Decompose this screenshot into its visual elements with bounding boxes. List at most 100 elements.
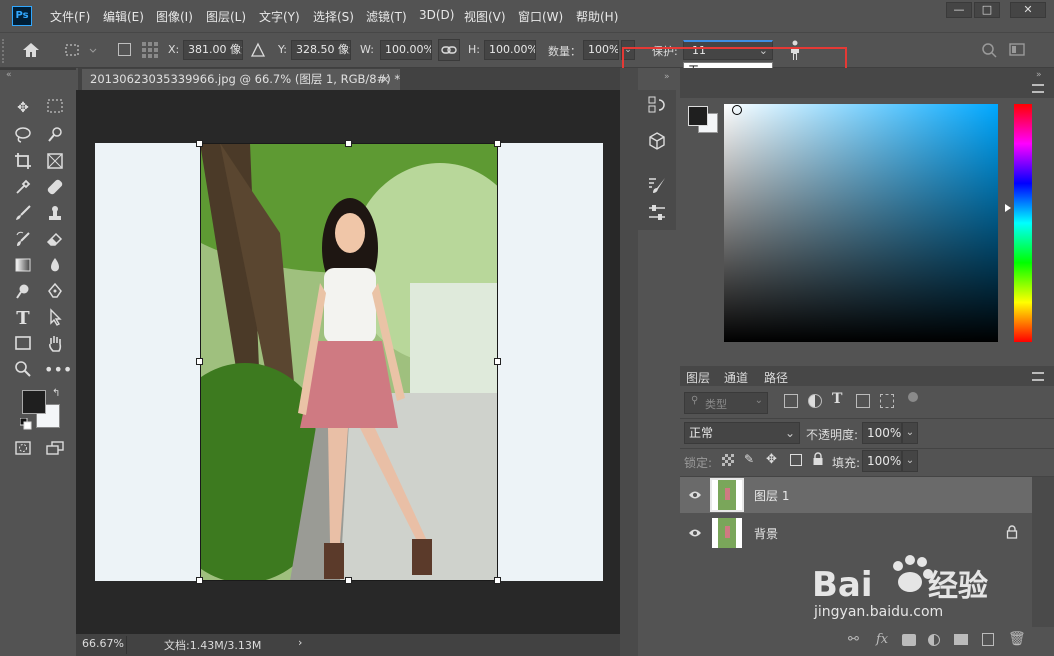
layer-row[interactable]: 图层 1 [680,477,1032,513]
x-input[interactable]: 381.00 像素 [183,40,243,60]
color-field-picker[interactable] [724,104,998,342]
workspace-icon[interactable] [1008,41,1032,59]
layer-row[interactable]: 背景 [680,515,1032,551]
h-input[interactable]: 100.00% [484,40,536,60]
color-picker-cursor[interactable] [732,105,742,115]
lock-transparent-icon[interactable] [722,454,734,466]
dodge-tool-icon[interactable] [12,282,34,302]
fx-icon[interactable]: fx [876,632,888,647]
fill-input[interactable]: 100% [862,450,902,472]
fill-dropdown-icon[interactable]: ⌄ [902,450,918,472]
collapse-panel-icon[interactable]: » [1036,70,1042,80]
document-tab[interactable]: 20130623035339966.jpg @ 66.7% (图层 1, RGB… [82,69,400,90]
quick-select-tool-icon[interactable] [44,126,66,146]
marquee-tool-icon[interactable] [44,98,66,118]
tab-layers[interactable]: 图层 [686,369,710,386]
history-panel-icon[interactable] [646,94,668,116]
filter-shape-icon[interactable] [856,394,870,408]
pen-tool-icon[interactable] [44,282,66,302]
frame-tool-icon[interactable] [44,152,66,172]
w-input[interactable]: 100.00% [380,40,432,60]
panel-menu-icon[interactable] [1032,84,1044,93]
menu-type[interactable]: 文字(Y) [259,8,300,25]
filter-smart-object-icon[interactable] [880,394,894,408]
history-brush-tool-icon[interactable] [12,230,34,250]
blend-mode-select[interactable]: 正常 ⌄ [684,422,800,444]
healing-brush-tool-icon[interactable] [44,178,66,198]
opacity-input[interactable]: 100% [862,422,902,444]
blur-tool-icon[interactable] [44,256,66,276]
eye-icon[interactable] [688,527,702,537]
eyedropper-tool-icon[interactable] [12,178,34,198]
stamp-tool-icon[interactable] [44,204,66,224]
handle-bottom[interactable] [345,577,352,584]
menu-select[interactable]: 选择(S) [313,8,354,25]
amount-input[interactable]: 100% [583,40,619,60]
menu-edit[interactable]: 编辑(E) [103,8,144,25]
gradient-tool-icon[interactable] [12,256,34,276]
handle-bottom-right[interactable] [494,577,501,584]
filter-pixel-icon[interactable] [784,394,798,408]
layer-name[interactable]: 背景 [754,525,778,542]
filter-adjustment-icon[interactable] [808,394,822,408]
path-select-tool-icon[interactable] [44,308,66,328]
menu-image[interactable]: 图像(I) [156,8,193,25]
handle-top[interactable] [345,140,352,147]
zoom-level[interactable]: 66.67% [82,637,124,650]
mask-icon[interactable] [902,634,916,646]
layer-name[interactable]: 图层 1 [754,487,789,504]
color-fg-swatch[interactable] [688,106,708,126]
collapse-dock-icon[interactable]: » [664,72,670,82]
opacity-dropdown-icon[interactable]: ⌄ [902,422,918,444]
lock-artboard-icon[interactable] [790,454,802,466]
handle-bottom-left[interactable] [196,577,203,584]
screen-mode-icon[interactable] [44,440,66,460]
handle-right[interactable] [494,358,501,365]
swap-colors-icon[interactable]: ↰ [52,388,64,400]
trash-icon[interactable]: 🗑 [1008,631,1026,647]
quick-mask-icon[interactable] [12,440,34,460]
minimize-button[interactable]: — [946,2,972,18]
hue-slider-marker[interactable] [1005,204,1011,212]
menu-view[interactable]: 视图(V) [464,8,506,25]
tab-paths[interactable]: 路径 [764,369,788,386]
move-tool-icon[interactable]: ✥ [12,98,34,118]
hue-slider[interactable] [1014,104,1032,342]
grid-icon[interactable] [140,40,160,60]
eye-icon[interactable] [688,489,702,499]
collapse-icon[interactable]: « [6,70,20,80]
layers-menu-icon[interactable] [1032,372,1044,381]
close-button[interactable]: ✕ [1010,2,1046,18]
menu-file[interactable]: 文件(F) [50,8,90,25]
close-tab-icon[interactable]: × [380,69,390,89]
default-colors-icon[interactable] [19,417,32,430]
lock-all-icon[interactable] [812,452,824,466]
filter-type-icon[interactable]: T [832,391,842,407]
transform-bounding-box[interactable] [200,143,498,581]
home-icon[interactable] [20,40,42,60]
tab-channels[interactable]: 通道 [724,369,748,386]
group-icon[interactable] [954,634,968,645]
puppet-warp-tool-icon[interactable] [60,40,100,60]
layers-scrollbar[interactable] [1032,477,1054,627]
lasso-tool-icon[interactable] [12,126,34,146]
brush-tool-icon[interactable] [12,204,34,224]
rectangle-tool-icon[interactable] [12,334,34,354]
show-mesh-checkbox[interactable] [118,43,131,56]
layer-filter-select[interactable]: ⚲ 类型 ⌄ [684,392,768,414]
foreground-color-swatch[interactable] [22,390,46,414]
lock-position-icon[interactable]: ✥ [766,452,782,468]
crop-tool-icon[interactable] [12,152,34,172]
options-grip[interactable] [2,39,8,63]
adjustments-panel-icon[interactable] [646,202,668,224]
menu-window[interactable]: 窗口(W) [518,8,563,25]
type-tool-icon[interactable]: T [12,308,34,329]
handle-top-left[interactable] [196,140,203,147]
more-tools-icon[interactable]: ••• [44,360,72,380]
status-menu-arrow[interactable]: › [298,636,302,649]
menu-help[interactable]: 帮助(H) [576,8,618,25]
hand-tool-icon[interactable] [44,334,66,354]
link-icon[interactable]: ⚯ [848,632,859,647]
maximize-button[interactable]: □ [974,2,1000,18]
menu-filter[interactable]: 滤镜(T) [366,8,407,25]
